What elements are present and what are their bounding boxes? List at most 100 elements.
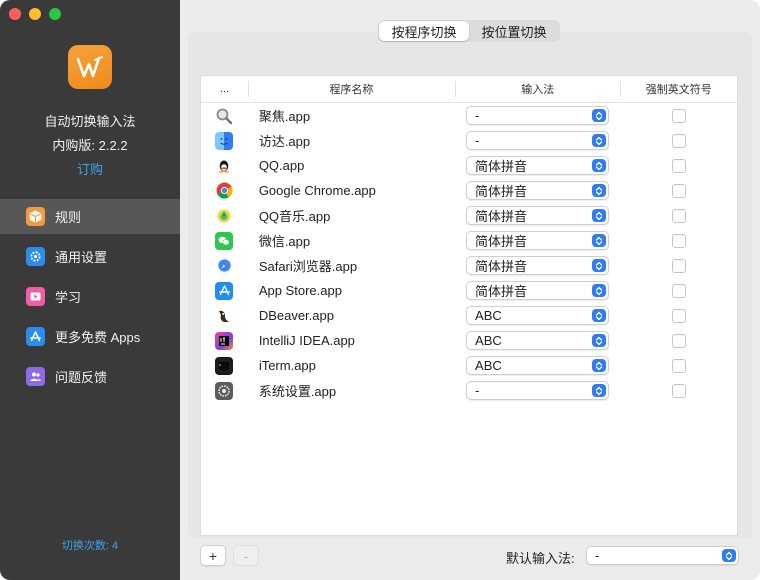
input-method-value: 简体拼音 bbox=[475, 209, 528, 224]
gear-icon bbox=[26, 247, 45, 266]
table-row[interactable]: App Store.app 简体拼音 bbox=[201, 278, 737, 303]
sidebar-item-label: 问题反馈 bbox=[55, 370, 108, 385]
table-row[interactable]: 访达.app - bbox=[201, 128, 737, 153]
input-method-value: - bbox=[475, 383, 480, 398]
input-method-select[interactable]: 简体拼音 bbox=[466, 281, 610, 300]
sidebar-item-label: 学习 bbox=[55, 290, 82, 305]
rules-table: ... 程序名称 输入法 强制英文符号 聚焦.app - 访达.app - QQ… bbox=[200, 75, 738, 536]
sidebar-item-rules[interactable]: 规则 bbox=[0, 199, 180, 234]
people-icon bbox=[26, 367, 45, 386]
sidebar-nav: 规则 通用设置 学习 更多免费 Apps 问题反馈 bbox=[0, 199, 180, 399]
sidebar-item-more-apps[interactable]: 更多免费 Apps bbox=[0, 319, 180, 354]
force-english-checkbox[interactable] bbox=[671, 233, 686, 248]
input-method-select[interactable]: 简体拼音 bbox=[466, 156, 610, 175]
sidebar-item-label: 规则 bbox=[55, 210, 82, 225]
table-row[interactable]: Google Chrome.app 简体拼音 bbox=[201, 178, 737, 203]
input-method-select[interactable]: ABC bbox=[466, 356, 610, 375]
app-name-cell: Google Chrome.app bbox=[258, 183, 376, 198]
input-method-select[interactable]: - bbox=[466, 106, 610, 125]
app-name-cell: 访达.app bbox=[258, 134, 311, 149]
force-english-checkbox[interactable] bbox=[671, 358, 686, 373]
table-header: ... 程序名称 输入法 强制英文符号 bbox=[201, 76, 737, 103]
iterm-icon bbox=[215, 356, 234, 375]
table-row[interactable]: 微信.app 简体拼音 bbox=[201, 228, 737, 253]
column-header-app-name[interactable]: 程序名称 bbox=[247, 76, 455, 102]
table-row[interactable]: 系统设置.app - bbox=[201, 378, 737, 403]
table-row[interactable]: DBeaver.app ABC bbox=[201, 303, 737, 328]
default-ime-select[interactable]: - bbox=[586, 546, 739, 565]
chevron-updown-icon bbox=[592, 184, 607, 197]
remove-rule-button[interactable]: - bbox=[233, 545, 259, 566]
subscribe-link[interactable]: 订购 bbox=[0, 159, 180, 178]
sidebar-item-learn[interactable]: 学习 bbox=[0, 279, 180, 314]
qq-music-icon bbox=[215, 207, 233, 225]
spotlight-icon bbox=[215, 107, 233, 125]
app-name-cell: QQ音乐.app bbox=[258, 209, 331, 224]
app-name-cell: App Store.app bbox=[258, 283, 342, 298]
force-english-checkbox[interactable] bbox=[671, 183, 686, 198]
input-method-value: ABC bbox=[475, 308, 502, 323]
force-english-checkbox[interactable] bbox=[671, 383, 686, 398]
chevron-updown-icon bbox=[592, 359, 607, 372]
input-method-value: 简体拼音 bbox=[475, 234, 528, 249]
tab-by-position[interactable]: 按位置切换 bbox=[469, 21, 559, 41]
force-english-checkbox[interactable] bbox=[671, 308, 686, 323]
force-english-checkbox[interactable] bbox=[671, 333, 686, 348]
table-row[interactable]: IntelliJ IDEA.app ABC bbox=[201, 328, 737, 353]
app-name-cell: DBeaver.app bbox=[258, 308, 334, 323]
app-name-cell: 系统设置.app bbox=[258, 384, 337, 399]
force-english-checkbox[interactable] bbox=[671, 283, 686, 298]
finder-icon bbox=[215, 131, 234, 150]
force-english-checkbox[interactable] bbox=[671, 108, 686, 123]
app-logo-mark-icon bbox=[76, 56, 103, 78]
input-method-select[interactable]: - bbox=[466, 381, 610, 400]
input-method-value: - bbox=[475, 108, 480, 123]
table-footer-buttons: + - bbox=[200, 545, 259, 566]
app-store-icon bbox=[26, 327, 45, 346]
app-name-cell: 微信.app bbox=[258, 234, 311, 249]
force-english-checkbox[interactable] bbox=[671, 258, 686, 273]
main-content: 按程序切换 按位置切换 ... 程序名称 输入法 强制英文符号 聚焦.app - bbox=[180, 0, 760, 580]
input-method-select[interactable]: 简体拼音 bbox=[466, 256, 610, 275]
chevron-updown-icon bbox=[592, 309, 607, 322]
chevron-updown-icon bbox=[592, 234, 607, 247]
table-row[interactable]: Safari浏览器.app 简体拼音 bbox=[201, 253, 737, 278]
chevron-updown-icon bbox=[722, 549, 736, 562]
force-english-checkbox[interactable] bbox=[671, 208, 686, 223]
input-method-select[interactable]: 简体拼音 bbox=[466, 231, 610, 250]
input-method-value: - bbox=[475, 133, 480, 148]
box-icon bbox=[26, 207, 45, 226]
window-controls bbox=[9, 8, 61, 20]
column-header-force-english[interactable]: 强制英文符号 bbox=[620, 76, 737, 102]
input-method-select[interactable]: ABC bbox=[466, 331, 610, 350]
input-method-select[interactable]: - bbox=[466, 131, 610, 150]
chevron-updown-icon bbox=[592, 284, 607, 297]
input-method-select[interactable]: 简体拼音 bbox=[466, 206, 610, 225]
play-icon bbox=[26, 287, 45, 306]
input-method-select[interactable]: ABC bbox=[466, 306, 610, 325]
table-row[interactable]: iTerm.app ABC bbox=[201, 353, 737, 378]
app-logo bbox=[68, 45, 112, 89]
sidebar-item-general-settings[interactable]: 通用设置 bbox=[0, 239, 180, 274]
table-row[interactable]: QQ音乐.app 简体拼音 bbox=[201, 203, 737, 228]
input-method-value: 简体拼音 bbox=[475, 184, 528, 199]
column-header-icon[interactable]: ... bbox=[201, 76, 248, 102]
input-method-select[interactable]: 简体拼音 bbox=[466, 181, 610, 200]
app-window: 自动切换输入法 内购版: 2.2.2 订购 规则 通用设置 学习 更多免费 Ap… bbox=[0, 0, 760, 580]
table-row[interactable]: QQ.app 简体拼音 bbox=[201, 153, 737, 178]
add-rule-button[interactable]: + bbox=[200, 545, 226, 566]
app-version: 内购版: 2.2.2 bbox=[52, 138, 128, 153]
minimize-window-button[interactable] bbox=[29, 8, 41, 20]
column-header-input-method[interactable]: 输入法 bbox=[455, 76, 620, 102]
tab-by-app[interactable]: 按程序切换 bbox=[379, 21, 469, 41]
input-method-value: 简体拼音 bbox=[475, 284, 528, 299]
table-row[interactable]: 聚焦.app - bbox=[201, 103, 737, 128]
input-method-value: 简体拼音 bbox=[475, 259, 528, 274]
switch-count: 切换次数: 4 bbox=[61, 540, 119, 552]
force-english-checkbox[interactable] bbox=[671, 133, 686, 148]
close-window-button[interactable] bbox=[9, 8, 21, 20]
maximize-window-button[interactable] bbox=[49, 8, 61, 20]
force-english-checkbox[interactable] bbox=[671, 158, 686, 173]
sidebar-item-feedback[interactable]: 问题反馈 bbox=[0, 359, 180, 394]
sidebar: 自动切换输入法 内购版: 2.2.2 订购 规则 通用设置 学习 更多免费 Ap… bbox=[0, 0, 180, 580]
